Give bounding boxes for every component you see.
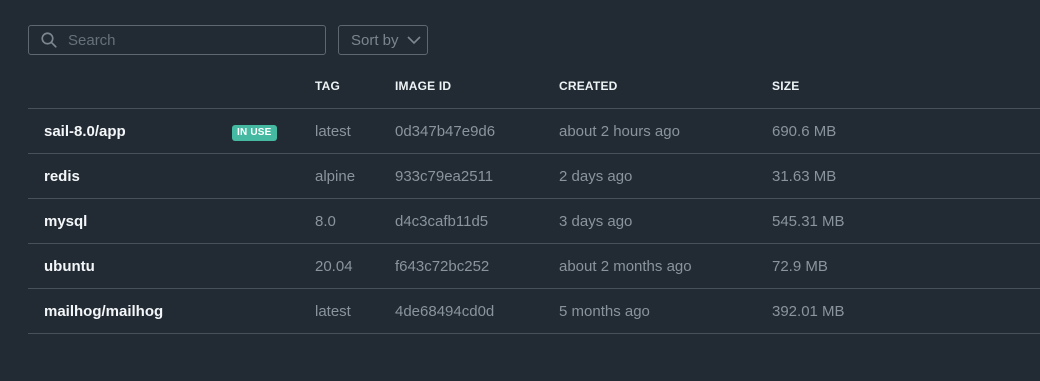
image-tag: 20.04: [315, 257, 353, 275]
image-name: redis: [44, 167, 80, 185]
sort-by-dropdown[interactable]: Sort by: [338, 25, 428, 55]
image-name: mysql: [44, 212, 88, 230]
image-size: 545.31 MB: [772, 212, 845, 230]
image-size: 31.63 MB: [772, 167, 837, 185]
search-input[interactable]: [66, 30, 310, 50]
image-size: 690.6 MB: [772, 122, 837, 140]
image-created: 3 days ago: [559, 212, 633, 230]
image-id: f643c72bc252: [395, 257, 490, 275]
image-name: mailhog/mailhog: [44, 302, 164, 320]
table-row[interactable]: ubuntu 20.04 f643c72bc252 about 2 months…: [28, 244, 1040, 289]
image-id-column-header: IMAGE ID: [395, 79, 452, 93]
image-id: 4de68494cd0d: [395, 302, 495, 320]
image-size: 72.9 MB: [772, 257, 828, 275]
toolbar: Sort by: [28, 24, 428, 56]
search-icon: [41, 32, 57, 48]
image-tag: latest: [315, 122, 351, 140]
image-created: 2 days ago: [559, 167, 633, 185]
tag-column-header: TAG: [315, 79, 341, 93]
image-tag: alpine: [315, 167, 356, 185]
badge-cell: IN USE: [232, 122, 315, 141]
table-row[interactable]: redis alpine 933c79ea2511 2 days ago 31.…: [28, 154, 1040, 199]
sort-by-label: Sort by: [351, 31, 399, 49]
image-created: about 2 months ago: [559, 257, 692, 275]
created-column-header: CREATED: [559, 79, 618, 93]
search-box[interactable]: [28, 25, 326, 55]
image-created: 5 months ago: [559, 302, 650, 320]
image-name: sail-8.0/app: [44, 122, 126, 140]
image-id: 0d347b47e9d6: [395, 122, 496, 140]
images-table: TAG IMAGE ID CREATED SIZE sail-8.0/app I…: [28, 64, 1040, 334]
image-tag: 8.0: [315, 212, 336, 230]
table-row[interactable]: sail-8.0/app IN USE latest 0d347b47e9d6 …: [28, 109, 1040, 154]
image-tag: latest: [315, 302, 351, 320]
in-use-badge: IN USE: [232, 124, 277, 141]
table-header: TAG IMAGE ID CREATED SIZE: [28, 64, 1040, 109]
chevron-down-icon: [406, 36, 421, 45]
image-id: d4c3cafb11d5: [395, 212, 489, 230]
image-id: 933c79ea2511: [395, 167, 494, 185]
table-row[interactable]: mailhog/mailhog latest 4de68494cd0d 5 mo…: [28, 289, 1040, 334]
image-created: about 2 hours ago: [559, 122, 680, 140]
image-size: 392.01 MB: [772, 302, 845, 320]
table-row[interactable]: mysql 8.0 d4c3cafb11d5 3 days ago 545.31…: [28, 199, 1040, 244]
size-column-header: SIZE: [772, 79, 800, 93]
image-name: ubuntu: [44, 257, 95, 275]
